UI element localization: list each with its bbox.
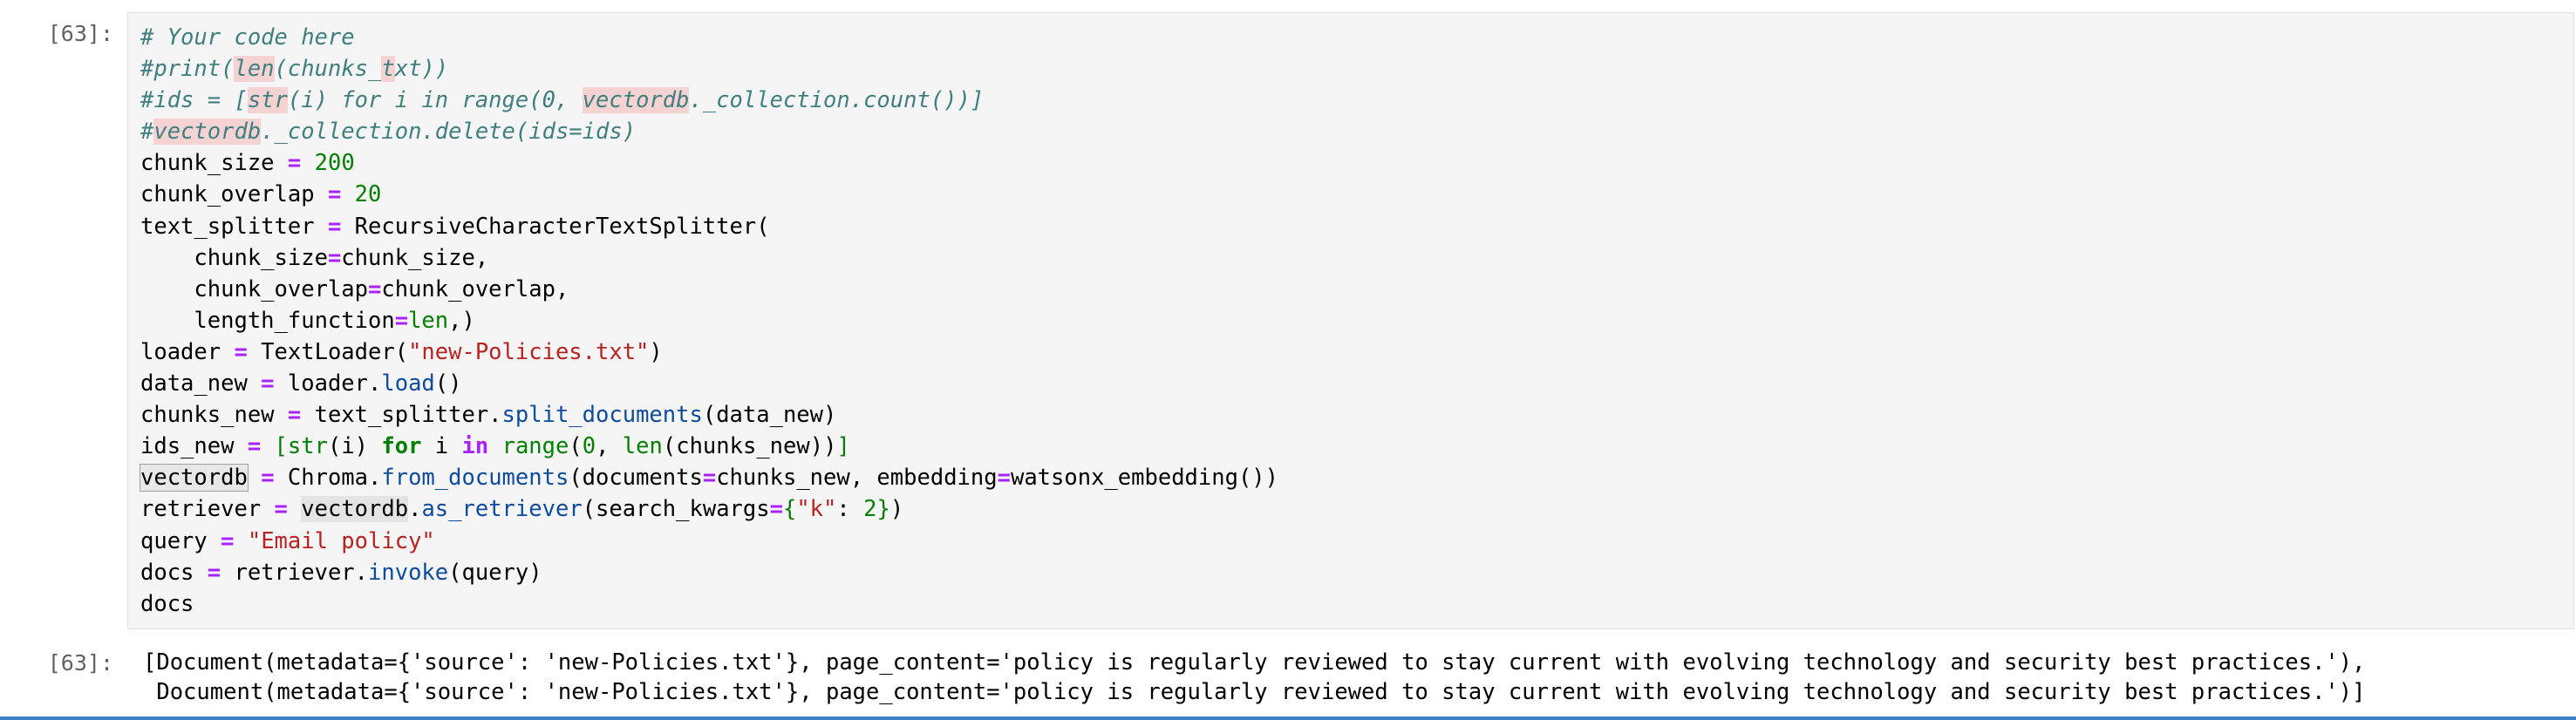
input-cell[interactable]: [63]: # Your code here #print(len(chunks_…: [0, 0, 2576, 636]
code-line[interactable]: chunk_overlap=chunk_overlap,: [140, 274, 1278, 305]
code-editor[interactable]: # Your code here #print(len(chunks_txt)) #…: [127, 12, 2574, 629]
code-line[interactable]: chunk_overlap = 20: [140, 179, 1278, 210]
code-line[interactable]: # Your code here: [140, 22, 1278, 53]
code-line[interactable]: data_new = loader.load(): [140, 368, 1278, 399]
code-line[interactable]: length_function=len,): [140, 305, 1278, 336]
active-cell-indicator: [0, 717, 2576, 720]
output-line: [Document(metadata={'source': 'new-Polic…: [143, 649, 2366, 676]
output-line: Document(metadata={'source': 'new-Polici…: [143, 679, 2366, 705]
code-block[interactable]: # Your code here #print(len(chunks_txt)) #…: [140, 22, 1278, 620]
code-line[interactable]: chunk_size = 200: [140, 147, 1278, 179]
code-line[interactable]: retriever = vectordb.as_retriever(search…: [140, 493, 1278, 525]
output-text: [Document(metadata={'source': 'new-Polic…: [143, 648, 2365, 707]
code-line[interactable]: #print(len(chunks_txt)): [140, 53, 1278, 85]
code-line[interactable]: chunks_new = text_splitter.split_documen…: [140, 399, 1278, 431]
code-line[interactable]: chunk_size=chunk_size,: [140, 242, 1278, 274]
code-line[interactable]: query = "Email policy": [140, 526, 1278, 557]
code-line[interactable]: docs: [140, 588, 1278, 620]
code-line[interactable]: loader = TextLoader("new-Policies.txt"): [140, 336, 1278, 368]
code-line[interactable]: #vectordb._collection.delete(ids=ids): [140, 116, 1278, 147]
code-line[interactable]: text_splitter = RecursiveCharacterTextSp…: [140, 211, 1278, 242]
code-line[interactable]: ids_new = [str(i) for i in range(0, len(…: [140, 431, 1278, 462]
output-prompt: [63]:: [47, 650, 113, 676]
code-line[interactable]: docs = retriever.invoke(query): [140, 557, 1278, 588]
code-line[interactable]: vectordb = Chroma.from_documents(documen…: [140, 462, 1278, 493]
code-line[interactable]: #ids = [str(i) for i in range(0, vectord…: [140, 85, 1278, 116]
input-prompt: [63]:: [47, 21, 113, 46]
